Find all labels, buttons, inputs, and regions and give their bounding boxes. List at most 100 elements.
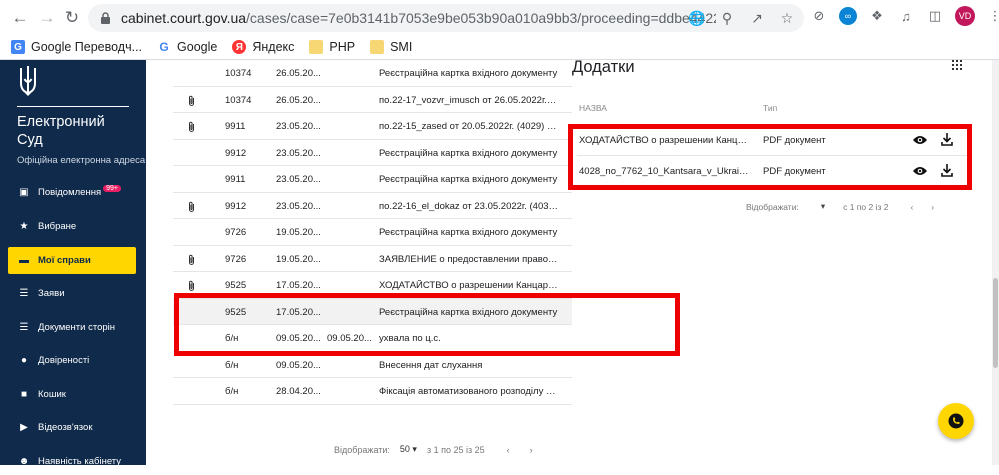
- google-icon: G: [159, 40, 169, 54]
- page-size-select[interactable]: ▾: [821, 201, 825, 212]
- doc-number: 10374: [225, 94, 252, 106]
- table-row[interactable]: 9726 19.05.20... ЗАЯВЛЕНИЕ о предоставлени…: [173, 246, 572, 272]
- bookmark-php[interactable]: PHP: [309, 40, 355, 54]
- sidebar-item-label: Документи сторін: [38, 322, 116, 333]
- bookmark-google[interactable]: G Google: [157, 40, 217, 54]
- forward-arrow-icon[interactable]: →: [35, 6, 59, 30]
- sidebar-item-applications[interactable]: ☰ Заяви: [8, 280, 136, 307]
- table-row[interactable]: 9912 23.05.20... по.22-16_el_dokaz от 23.0…: [173, 193, 572, 219]
- prev-page-icon[interactable]: ‹: [910, 202, 913, 212]
- next-page-icon[interactable]: ›: [530, 445, 533, 455]
- doc-description[interactable]: по.22-17_vozvr_imusch от 26.05.2022г. (.…: [379, 95, 559, 106]
- bookmark-star-icon[interactable]: ☆: [778, 9, 796, 27]
- table-row[interactable]: 9911 23.05.20... по.22-15_zased от 20.05.2…: [173, 113, 572, 140]
- doc-date: 23.05.20...: [276, 121, 321, 132]
- media-playlist-icon[interactable]: ♫: [897, 7, 915, 25]
- sidebar-item-notifications[interactable]: ▣ Повідомлення 99+: [8, 179, 136, 206]
- phone-icon: [948, 413, 964, 429]
- sidebar-item-powers-of-attorney[interactable]: ● Довіреності: [8, 347, 136, 374]
- blocked-extension-icon[interactable]: ⊘: [810, 7, 828, 25]
- doc-description[interactable]: по.22-15_zased от 20.05.2022г. (4029) Х.…: [379, 121, 559, 132]
- bookmarks-bar: G Google Переводч... G Google Я Яндекс P…: [0, 36, 427, 58]
- main-content: 10374 26.05.20... Реєстраційна картка вхід…: [146, 58, 999, 465]
- doc-number: 9912: [225, 147, 247, 159]
- doc-description[interactable]: Реєстраційна картка вхідного документу: [379, 148, 559, 159]
- back-arrow-icon[interactable]: ←: [8, 6, 32, 30]
- doc-number: 9726: [225, 227, 247, 238]
- doc-description[interactable]: Реєстраційна картка вхідного документу: [379, 174, 559, 185]
- puzzle-extensions-icon[interactable]: ❖: [868, 7, 886, 25]
- doc-number: 9912: [225, 200, 247, 212]
- bookmark-label: Google Переводч...: [31, 40, 143, 54]
- grid-menu-icon[interactable]: [952, 60, 962, 70]
- list-icon: ☰: [19, 288, 29, 299]
- sidebar-item-party-documents[interactable]: ☰ Документи сторін: [8, 314, 136, 341]
- zoom-icon[interactable]: ⚲: [718, 9, 736, 27]
- sidebar-item-favorites[interactable]: ★ Вибране: [8, 213, 136, 240]
- table-row[interactable]: 10374 26.05.20... по.22-17_vozvr_imusch от…: [173, 87, 572, 113]
- brand-line-2: Суд: [17, 132, 43, 148]
- doc-description[interactable]: Реєстраційна картка вхідного документу: [379, 227, 559, 238]
- doc-description[interactable]: Внесення дат слухання: [379, 360, 559, 371]
- doc-description[interactable]: по.22-16_el_dokaz от 23.05.2022г. (4030.…: [379, 201, 559, 212]
- brand-divider: [17, 106, 129, 107]
- bookmark-yandex[interactable]: Я Яндекс: [232, 40, 294, 54]
- list-icon: ☰: [19, 322, 29, 333]
- paperclip-icon: [187, 201, 197, 216]
- reload-icon[interactable]: ↻: [60, 6, 84, 30]
- sidebar-item-cabinet-availability[interactable]: ☻ Наявність кабінету: [8, 448, 136, 475]
- brand-subtitle: Офіційна електронна адреса: [17, 155, 146, 166]
- pager-range: с 1 по 2 із 2: [843, 201, 889, 212]
- url-path: /cases/case=7e0b3141b7053e9be053b90a010a…: [246, 10, 716, 26]
- sidebar-item-label: Наявність кабінету: [38, 456, 122, 467]
- page-size-value: 50: [399, 444, 410, 454]
- attachments-col-name[interactable]: НАЗВА: [579, 103, 607, 113]
- bookmark-smi[interactable]: SMI: [370, 40, 412, 54]
- doc-description[interactable]: ЗАЯВЛЕНИЕ о предоставлении правов...: [379, 254, 559, 265]
- doc-description[interactable]: ХОДАТАЙСТВО о разрешении Канцара ...: [379, 280, 559, 291]
- table-row[interactable]: 10374 26.05.20... Реєстраційна картка вхід…: [173, 60, 572, 87]
- pager-range: з 1 по 25 із 25: [426, 444, 485, 455]
- doc-number: 9525: [225, 280, 247, 291]
- bookmark-google-translate[interactable]: G Google Переводч...: [11, 40, 142, 54]
- doc-description[interactable]: Фіксація автоматизованого розподілу сп..…: [379, 386, 559, 397]
- table-row[interactable]: б/н 28.04.20... Фіксація автоматизованого …: [173, 378, 572, 405]
- table-row[interactable]: 9912 23.05.20... Реєстраційна картка вхідн…: [173, 140, 572, 166]
- brand-line-1: Електронний: [17, 114, 105, 130]
- translate-icon[interactable]: 🌐: [688, 9, 706, 27]
- page-size-select[interactable]: 50 ▾: [400, 444, 417, 455]
- doc-date: 19.05.20...: [276, 253, 321, 265]
- app-sidebar: Електронний Суд Офіційна електронна адре…: [0, 60, 146, 467]
- sidebar-item-label: Повідомлення: [38, 187, 102, 198]
- sidebar-item-my-cases[interactable]: ▬ Мої справи: [8, 247, 136, 274]
- folder-icon: [370, 40, 385, 54]
- doc-date: 23.05.20...: [276, 174, 321, 185]
- chat-icon: ▣: [19, 187, 29, 198]
- address-bar[interactable]: cabinet.court.gov.ua/cases/case=7e0b3141…: [88, 4, 804, 32]
- sidebar-item-label: Мої справи: [38, 255, 91, 266]
- call-button[interactable]: [938, 403, 974, 439]
- page-scrollbar[interactable]: [992, 60, 999, 465]
- next-page-icon[interactable]: ›: [931, 202, 934, 212]
- attachments-col-type[interactable]: Тип: [763, 103, 777, 113]
- highlight-box-attachments: [568, 124, 972, 190]
- brand-title[interactable]: Електронний Суд: [17, 113, 105, 149]
- doc-description[interactable]: Реєстраційна картка вхідного документу: [379, 68, 559, 79]
- table-row[interactable]: 9726 19.05.20... Реєстраційна картка вхідн…: [173, 219, 572, 246]
- sidebar-item-label: Заяви: [38, 288, 65, 299]
- side-panel-icon[interactable]: ◫: [926, 7, 944, 25]
- table-row[interactable]: 9911 23.05.20... Реєстраційна картка вхідн…: [173, 166, 572, 193]
- sidebar-item-video-call[interactable]: ▶ Відеозв'язок: [8, 414, 136, 441]
- doc-date: 23.05.20...: [276, 200, 321, 212]
- scrollbar-thumb[interactable]: [993, 278, 998, 368]
- star-icon: ★: [19, 221, 29, 232]
- sidebar-item-trash[interactable]: ■ Кошик: [8, 381, 136, 408]
- share-icon[interactable]: ↗: [748, 9, 766, 27]
- lock-icon: [101, 12, 110, 24]
- prev-page-icon[interactable]: ‹: [507, 445, 510, 455]
- browser-menu-icon[interactable]: ⋮: [986, 7, 999, 25]
- doc-date: 09.05.20...: [276, 359, 321, 371]
- infinity-extension-icon[interactable]: ∞: [839, 7, 857, 25]
- pager-label: Відображати:: [334, 444, 390, 455]
- profile-avatar[interactable]: VD: [955, 6, 975, 26]
